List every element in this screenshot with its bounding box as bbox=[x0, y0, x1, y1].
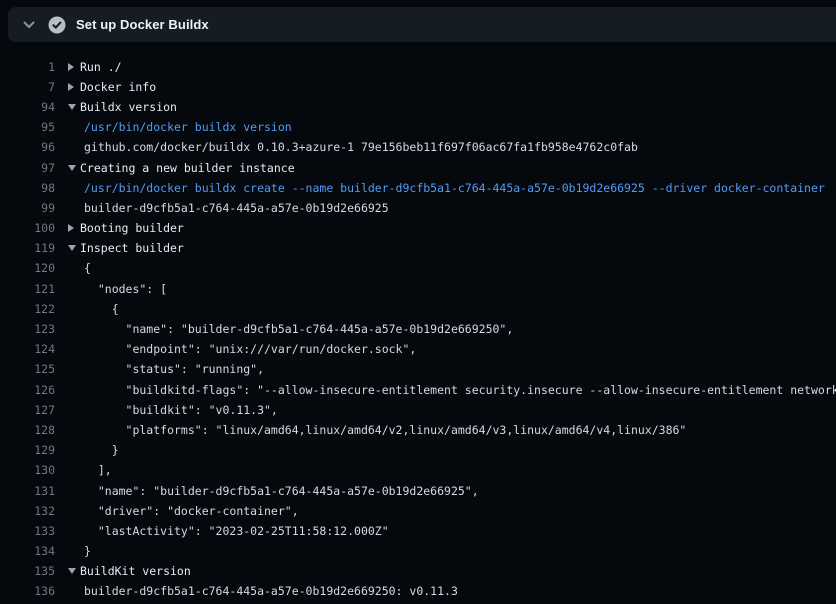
line-number[interactable]: 126 bbox=[0, 383, 55, 397]
log-line-text: { bbox=[80, 302, 119, 316]
line-number[interactable]: 94 bbox=[0, 100, 55, 114]
line-number[interactable]: 134 bbox=[0, 544, 55, 558]
log-group-row[interactable]: 7 Docker info bbox=[0, 77, 836, 97]
line-number[interactable]: 98 bbox=[0, 181, 55, 195]
triangle-down-icon[interactable] bbox=[55, 165, 80, 171]
log-group-row[interactable]: 97 Creating a new builder instance bbox=[0, 157, 836, 177]
log-line-text: /usr/bin/docker buildx version bbox=[80, 120, 292, 134]
log-line: 127 "buildkit": "v0.11.3", bbox=[0, 400, 836, 420]
line-number[interactable]: 122 bbox=[0, 302, 55, 316]
log-line-text: { bbox=[80, 261, 91, 275]
log-line-text: Buildx version bbox=[80, 100, 177, 114]
line-number[interactable]: 132 bbox=[0, 504, 55, 518]
log-line: 126 "buildkitd-flags": "--allow-insecure… bbox=[0, 380, 836, 400]
log-line: 136 builder-d9cfb5a1-c764-445a-a57e-0b19d… bbox=[0, 581, 836, 601]
log-group-row[interactable]: 135 BuildKit version bbox=[0, 561, 836, 581]
log-line-text: BuildKit version bbox=[80, 564, 191, 578]
line-number[interactable]: 125 bbox=[0, 362, 55, 376]
log-line: 122 { bbox=[0, 299, 836, 319]
triangle-right-icon[interactable] bbox=[55, 83, 80, 91]
log-line-text: "lastActivity": "2023-02-25T11:58:12.000… bbox=[80, 524, 389, 538]
log-line: 124 "endpoint": "unix:///var/run/docker.… bbox=[0, 339, 836, 359]
line-number[interactable]: 120 bbox=[0, 261, 55, 275]
line-number[interactable]: 124 bbox=[0, 342, 55, 356]
triangle-right-icon[interactable] bbox=[55, 63, 80, 71]
log-line-text: "driver": "docker-container", bbox=[80, 504, 299, 518]
log-line-text: "platforms": "linux/amd64,linux/amd64/v2… bbox=[80, 423, 686, 437]
log-line: 123 "name": "builder-d9cfb5a1-c764-445a-… bbox=[0, 319, 836, 339]
triangle-down-icon[interactable] bbox=[55, 104, 80, 110]
log-group-row[interactable]: 100 Booting builder bbox=[0, 218, 836, 238]
log-line-text: } bbox=[80, 544, 91, 558]
line-number[interactable]: 128 bbox=[0, 423, 55, 437]
line-number[interactable]: 133 bbox=[0, 524, 55, 538]
log-viewer: Set up Docker Buildx 1Run ./7Docker info… bbox=[0, 0, 836, 604]
line-number[interactable]: 7 bbox=[0, 80, 55, 94]
log-line: 133 "lastActivity": "2023-02-25T11:58:12… bbox=[0, 521, 836, 541]
log-group-row[interactable]: 1 Run ./ bbox=[0, 57, 836, 77]
log-line: 121 "nodes": [ bbox=[0, 279, 836, 299]
line-number[interactable]: 121 bbox=[0, 282, 55, 296]
log-line-text: "status": "running", bbox=[80, 362, 264, 376]
log-lines: 1 Run ./ 7 Docker info 94 Buildx version 95/us… bbox=[0, 0, 836, 602]
triangle-down-icon[interactable] bbox=[55, 245, 80, 251]
line-number[interactable]: 95 bbox=[0, 120, 55, 134]
log-line-text: github.com/docker/buildx 0.10.3+azure-1 … bbox=[80, 140, 638, 154]
log-line-text: /usr/bin/docker buildx create --name bui… bbox=[80, 181, 825, 195]
log-line-text: builder-d9cfb5a1-c764-445a-a57e-0b19d2e6… bbox=[80, 201, 389, 215]
log-line-text: Creating a new builder instance bbox=[80, 161, 295, 175]
line-number[interactable]: 136 bbox=[0, 584, 55, 598]
log-line: 125 "status": "running", bbox=[0, 359, 836, 379]
line-number[interactable]: 135 bbox=[0, 564, 55, 578]
log-line: 132 "driver": "docker-container", bbox=[0, 501, 836, 521]
log-line-text: ], bbox=[80, 463, 112, 477]
line-number[interactable]: 96 bbox=[0, 140, 55, 154]
log-line: 128 "platforms": "linux/amd64,linux/amd6… bbox=[0, 420, 836, 440]
log-line-text: Inspect builder bbox=[80, 241, 184, 255]
log-group-row[interactable]: 119 Inspect builder bbox=[0, 238, 836, 258]
line-number[interactable]: 127 bbox=[0, 403, 55, 417]
line-number[interactable]: 129 bbox=[0, 443, 55, 457]
log-group-row[interactable]: 94 Buildx version bbox=[0, 97, 836, 117]
triangle-down-icon[interactable] bbox=[55, 568, 80, 574]
log-line-text: "endpoint": "unix:///var/run/docker.sock… bbox=[80, 342, 416, 356]
log-line-text: Docker info bbox=[80, 80, 156, 94]
log-line: 129 } bbox=[0, 440, 836, 460]
log-line-text: builder-d9cfb5a1-c764-445a-a57e-0b19d2e6… bbox=[80, 584, 458, 598]
log-line-text: Booting builder bbox=[80, 221, 184, 235]
line-number[interactable]: 99 bbox=[0, 201, 55, 215]
line-number[interactable]: 100 bbox=[0, 221, 55, 235]
log-line: 134} bbox=[0, 541, 836, 561]
line-number[interactable]: 131 bbox=[0, 484, 55, 498]
log-line-text: "name": "builder-d9cfb5a1-c764-445a-a57e… bbox=[80, 322, 513, 336]
line-number[interactable]: 130 bbox=[0, 463, 55, 477]
log-line-text: "buildkit": "v0.11.3", bbox=[80, 403, 278, 417]
line-number[interactable]: 97 bbox=[0, 161, 55, 175]
log-line: 131 "name": "builder-d9cfb5a1-c764-445a-… bbox=[0, 480, 836, 500]
triangle-right-icon[interactable] bbox=[55, 224, 80, 232]
log-line-text: "buildkitd-flags": "--allow-insecure-ent… bbox=[80, 383, 836, 397]
log-line: 99 builder-d9cfb5a1-c764-445a-a57e-0b19d2… bbox=[0, 198, 836, 218]
log-line-text: "nodes": [ bbox=[80, 282, 167, 296]
line-number[interactable]: 1 bbox=[0, 60, 55, 74]
log-line-text: } bbox=[80, 443, 119, 457]
log-line-text: "name": "builder-d9cfb5a1-c764-445a-a57e… bbox=[80, 484, 479, 498]
line-number[interactable]: 119 bbox=[0, 241, 55, 255]
log-line: 130 ], bbox=[0, 460, 836, 480]
log-line: 98/usr/bin/docker buildx create --name b… bbox=[0, 178, 836, 198]
line-number[interactable]: 123 bbox=[0, 322, 55, 336]
log-line: 95/usr/bin/docker buildx version bbox=[0, 117, 836, 137]
log-line: 120 { bbox=[0, 258, 836, 278]
log-line-text: Run ./ bbox=[80, 60, 122, 74]
log-line: 96 github.com/docker/buildx 0.10.3+azure-… bbox=[0, 137, 836, 157]
